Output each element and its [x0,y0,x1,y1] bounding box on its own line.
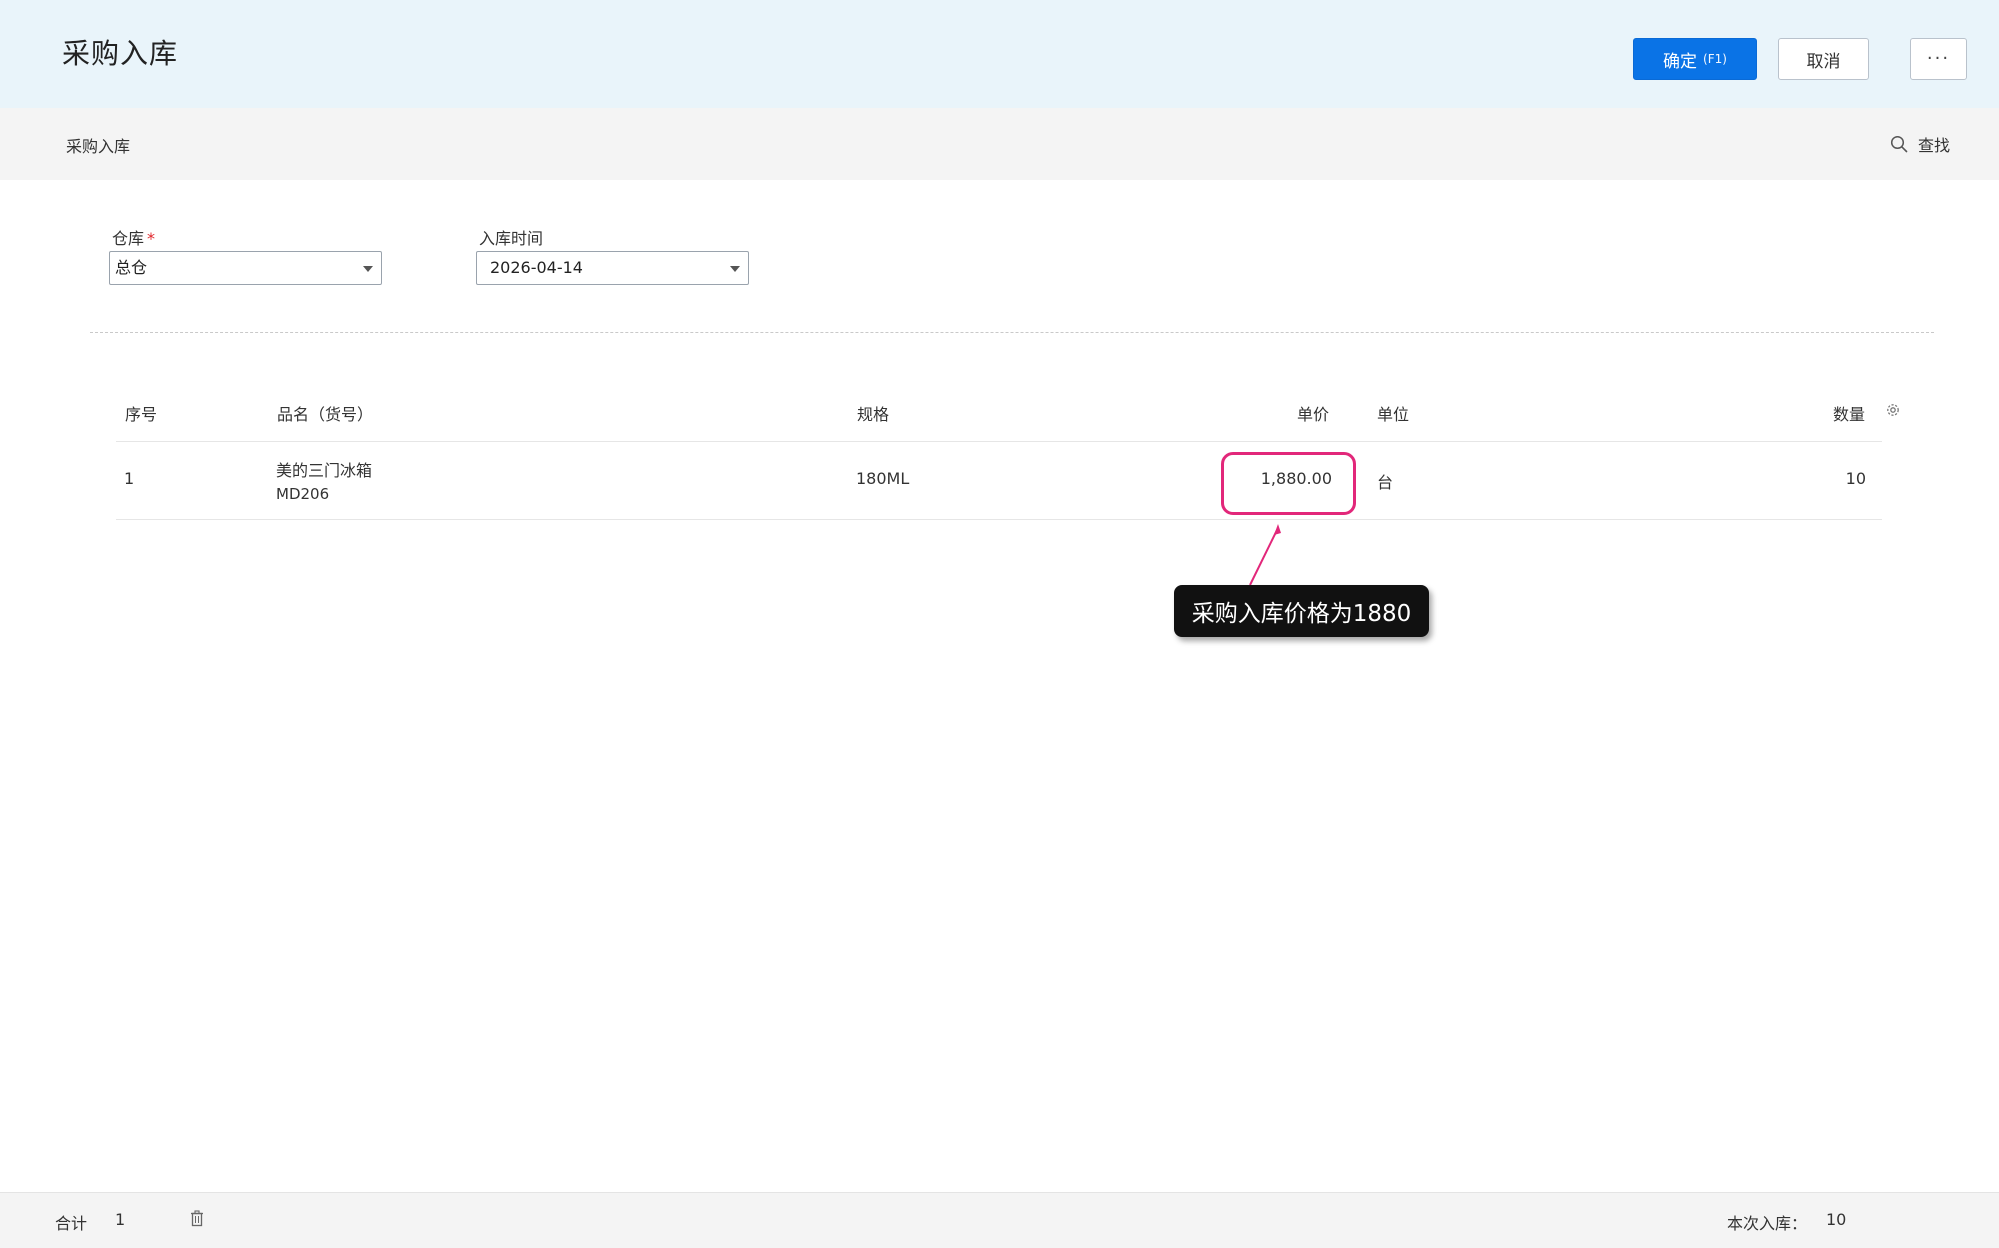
search-label: 查找 [1918,136,1951,155]
gear-icon[interactable] [1884,401,1902,419]
cell-product-name: 美的三门冰箱 [276,461,373,480]
toolbar: 采购入库 查找 [0,108,1999,180]
confirm-shortcut-hint: (F1) [1703,52,1727,66]
footer-total-label: 合计 [55,1214,88,1233]
search-icon [1890,135,1908,153]
column-header-name: 品名（货号） [277,405,374,424]
annotation-arrow [1249,524,1281,586]
column-header-spec: 规格 [857,405,890,424]
table-row-divider [116,519,1882,520]
cell-qty[interactable]: 10 [1800,469,1866,488]
cell-seq: 1 [124,469,135,488]
search-button[interactable]: 查找 [1890,132,1950,156]
footer-inbound-label: 本次入库： [1727,1214,1808,1233]
date-select[interactable]: 2026-04-14 [476,251,749,285]
required-mark: * [147,229,156,248]
warehouse-select-value: 总仓 [115,258,148,277]
column-header-price: 单价 [1297,405,1330,424]
column-header-unit: 单位 [1377,405,1410,424]
column-header-qty: 数量 [1833,405,1866,424]
cell-product-code: MD206 [276,485,330,503]
breadcrumb: 采购入库 [66,137,131,156]
cell-unit: 台 [1377,473,1394,492]
date-select-value: 2026-04-14 [490,258,583,277]
warehouse-label: 仓库 * [112,225,155,249]
cancel-button[interactable]: 取消 [1778,38,1869,80]
annotation-highlight-box [1221,452,1356,515]
trash-icon[interactable] [189,1210,205,1227]
chevron-down-icon [363,266,373,272]
warehouse-select[interactable]: 总仓 [109,251,382,285]
confirm-button[interactable]: 确定 (F1) [1633,38,1757,80]
annotation-callout: 采购入库价格为1880 [1174,585,1429,637]
page-header: 采购入库 确定 (F1) 取消 ··· [0,0,1999,108]
warehouse-label-text: 仓库 [112,229,145,248]
more-dots-icon: ··· [1926,48,1951,69]
footer-bar: 合计 1 本次入库： 10 [0,1192,1999,1248]
date-label: 入库时间 [479,229,544,248]
section-divider [90,332,1934,333]
column-header-seq: 序号 [125,405,158,424]
page: 采购入库 确定 (F1) 取消 ··· 采购入库 查找 仓库 * 总仓 入库时间 … [0,0,1999,1248]
more-options-button[interactable]: ··· [1910,38,1967,80]
cell-spec: 180ML [856,469,910,488]
page-title: 采购入库 [62,37,179,70]
footer-total-value: 1 [115,1210,126,1229]
confirm-button-label: 确定 [1663,51,1698,72]
footer-inbound-value: 10 [1826,1210,1847,1229]
chevron-down-icon [730,266,740,272]
table-header-divider [116,441,1882,442]
